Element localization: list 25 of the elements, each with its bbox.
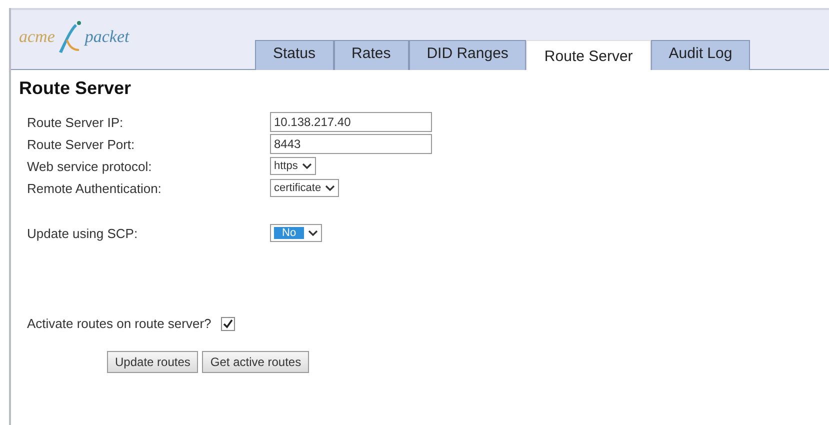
- field-label: Route Server Port:: [27, 136, 136, 152]
- input-field[interactable]: 10.138.217.40: [270, 112, 432, 132]
- tab[interactable]: Audit Log: [650, 40, 750, 70]
- field-label: Update using SCP:: [27, 226, 139, 240]
- tab[interactable]: DID Ranges: [408, 40, 526, 70]
- logo-text: acme: [19, 27, 55, 47]
- checkbox[interactable]: [221, 316, 236, 330]
- input-field[interactable]: 8443: [270, 134, 432, 154]
- tab[interactable]: Status: [255, 40, 334, 70]
- logo-swoosh-icon: [56, 20, 83, 54]
- field-label: Remote Authentication:: [27, 180, 162, 196]
- action-button[interactable]: Get active routes: [202, 351, 310, 373]
- page-title: Route Server: [19, 78, 132, 99]
- field-label: Web service protocol:: [27, 158, 153, 174]
- logo-text: packet: [84, 27, 130, 47]
- checkbox-label: Activate routes on route server?: [27, 316, 212, 331]
- caret-icon: [325, 184, 336, 192]
- field-label: Route Server IP:: [27, 114, 124, 130]
- caret-icon: [308, 229, 318, 237]
- tab[interactable]: Route Server: [526, 40, 651, 70]
- caret-icon: [302, 162, 312, 170]
- action-button[interactable]: Update routes: [107, 351, 198, 373]
- dropdown[interactable]: https: [270, 157, 316, 175]
- dropdown[interactable]: certificate: [270, 179, 340, 197]
- tab[interactable]: Rates: [334, 40, 409, 70]
